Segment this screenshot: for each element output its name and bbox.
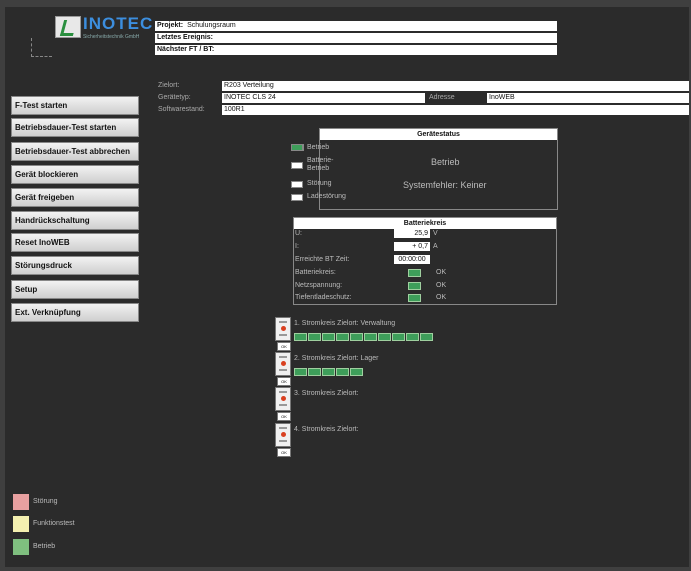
stromkreis-3-icon[interactable]: OK xyxy=(275,387,291,421)
status-label-batteriebetrieb: Batterie- Betrieb xyxy=(307,157,334,172)
zielort-field: R203 Verteilung xyxy=(222,81,689,91)
stromkreis-1-lamp[interactable] xyxy=(420,333,433,341)
geraetestatus-title: Gerätestatus xyxy=(320,129,557,140)
circuit-ok-badge: OK xyxy=(277,448,291,457)
circuit-icon xyxy=(275,352,291,376)
sidebar-button-3[interactable]: Betriebsdauer-Test abbrechen xyxy=(11,142,139,161)
status-label-stoerung: Störung xyxy=(307,180,332,187)
batteriekreis-status-lamp xyxy=(408,269,421,277)
stromkreis-3-title: 3. Stromkreis Zielort: xyxy=(294,390,359,397)
circuit-ok-badge: OK xyxy=(277,342,291,351)
stromkreis-2-lamp[interactable] xyxy=(308,368,321,376)
running-man-icon xyxy=(31,38,52,57)
legend-swatch xyxy=(13,539,29,555)
sidebar-button-4[interactable]: Gerät blockieren xyxy=(11,165,139,184)
tiefentladeschutz-value: OK xyxy=(436,294,447,301)
stromkreis-2-lamp[interactable] xyxy=(322,368,335,376)
sidebar-button-6[interactable]: Handrückschaltung xyxy=(11,211,139,230)
zielort-label: Zielort: xyxy=(158,82,180,89)
sidebar-button-10[interactable]: Ext. Verknüpfung xyxy=(11,303,139,322)
naechster-test-row: Nächster FT / BT: xyxy=(155,45,557,55)
stromkreis-1-lamp[interactable] xyxy=(350,333,363,341)
stromkreis-1-lamp[interactable] xyxy=(364,333,377,341)
legend-swatch xyxy=(13,494,29,510)
projekt-row: Projekt: Schulungsraum xyxy=(155,21,557,31)
legend-label: Funktionstest xyxy=(33,520,75,527)
inotec-logo: INOTEC Sicherheitstechnik GmbH xyxy=(27,12,152,60)
voltage-value: 25,9 xyxy=(394,229,430,238)
stromkreis-1-lamp[interactable] xyxy=(294,333,307,341)
tiefentladeschutz-lamp xyxy=(408,294,421,302)
status-label-ladestoerung: Ladestörung xyxy=(307,193,346,200)
exit-sign-icon xyxy=(55,16,81,38)
sidebar-button-2[interactable]: Betriebsdauer-Test starten xyxy=(11,118,139,137)
stromkreis-4-title: 4. Stromkreis Zielort: xyxy=(294,426,359,433)
circuit-ok-badge: OK xyxy=(277,377,291,386)
geraetetyp-label: Gerätetyp: xyxy=(158,94,191,101)
geraetetyp-field: INOTEC CLS 24 xyxy=(222,93,425,103)
circuit-icon xyxy=(275,423,291,447)
voltage-unit: V xyxy=(433,230,438,237)
current-unit: A xyxy=(433,243,438,250)
tiefentladeschutz-label: Tiefentladeschutz: xyxy=(295,294,352,301)
sidebar-button-8[interactable]: Störungsdruck xyxy=(11,256,139,275)
batteriekreis-status-value: OK xyxy=(436,269,447,276)
stromkreis-2-lamp[interactable] xyxy=(336,368,349,376)
netzspannung-value: OK xyxy=(436,282,447,289)
stromkreis-2-lamp[interactable] xyxy=(294,368,307,376)
system-error-text: Systemfehler: Keiner xyxy=(403,180,487,190)
legend-label: Störung xyxy=(33,498,58,505)
current-label: I: xyxy=(295,243,299,250)
softwarestand-label: Softwarestand: xyxy=(158,106,205,113)
status-indicator-stoerung xyxy=(291,181,303,188)
sidebar-button-5[interactable]: Gerät freigeben xyxy=(11,188,139,207)
voltage-label: U: xyxy=(295,230,302,237)
legend-label: Betrieb xyxy=(33,543,56,550)
bt-time-value: 00:00:00 xyxy=(394,255,430,264)
circuit-icon xyxy=(275,387,291,411)
bt-time-label: Erreichte BT Zeit: xyxy=(295,256,350,263)
status-indicator-betrieb xyxy=(291,144,303,151)
circuit-icon xyxy=(275,317,291,341)
legend-swatch xyxy=(13,516,29,532)
app-window: INOTEC Sicherheitstechnik GmbH Projekt: S… xyxy=(5,7,689,567)
stromkreis-1-lamp[interactable] xyxy=(392,333,405,341)
stromkreis-2-icon[interactable]: OK xyxy=(275,352,291,386)
brand-subtitle: Sicherheitstechnik GmbH xyxy=(83,34,140,40)
stromkreis-2-lamp[interactable] xyxy=(350,368,363,376)
stromkreis-1-icon[interactable]: OK xyxy=(275,317,291,351)
status-indicator-ladestoerung xyxy=(291,194,303,201)
stromkreis-1-lamp[interactable] xyxy=(406,333,419,341)
stromkreis-1-lamp[interactable] xyxy=(336,333,349,341)
stromkreis-1-lamp[interactable] xyxy=(322,333,335,341)
circuit-ok-badge: OK xyxy=(277,412,291,421)
sidebar-button-1[interactable]: F-Test starten xyxy=(11,96,139,115)
batteriekreis-title: Batteriekreis xyxy=(294,218,556,229)
softwarestand-field: 100R1 xyxy=(222,105,689,115)
status-label-betrieb: Betrieb xyxy=(307,144,330,151)
batteriekreis-status-label: Batteriekreis: xyxy=(295,269,336,276)
adresse-label: Adresse xyxy=(429,94,455,101)
status-indicator-batteriebetrieb xyxy=(291,162,303,169)
letztes-ereignis-row: Letztes Ereignis: xyxy=(155,33,557,43)
netzspannung-label: Netzspannung: xyxy=(295,282,343,289)
stromkreis-2-title: 2. Stromkreis Zielort: Lager xyxy=(294,355,379,362)
current-value: + 0,7 xyxy=(394,242,430,251)
adresse-field: InoWEB xyxy=(487,93,689,103)
stromkreis-1-lamp[interactable] xyxy=(308,333,321,341)
sidebar-button-7[interactable]: Reset InoWEB xyxy=(11,233,139,252)
netzspannung-lamp xyxy=(408,282,421,290)
stromkreis-4-icon[interactable]: OK xyxy=(275,423,291,457)
sidebar-button-9[interactable]: Setup xyxy=(11,280,139,299)
brand-name: INOTEC xyxy=(83,14,154,33)
stromkreis-1-lamp[interactable] xyxy=(378,333,391,341)
device-status-text: Betrieb xyxy=(431,157,460,167)
stromkreis-1-title: 1. Stromkreis Zielort: Verwaltung xyxy=(294,320,396,327)
